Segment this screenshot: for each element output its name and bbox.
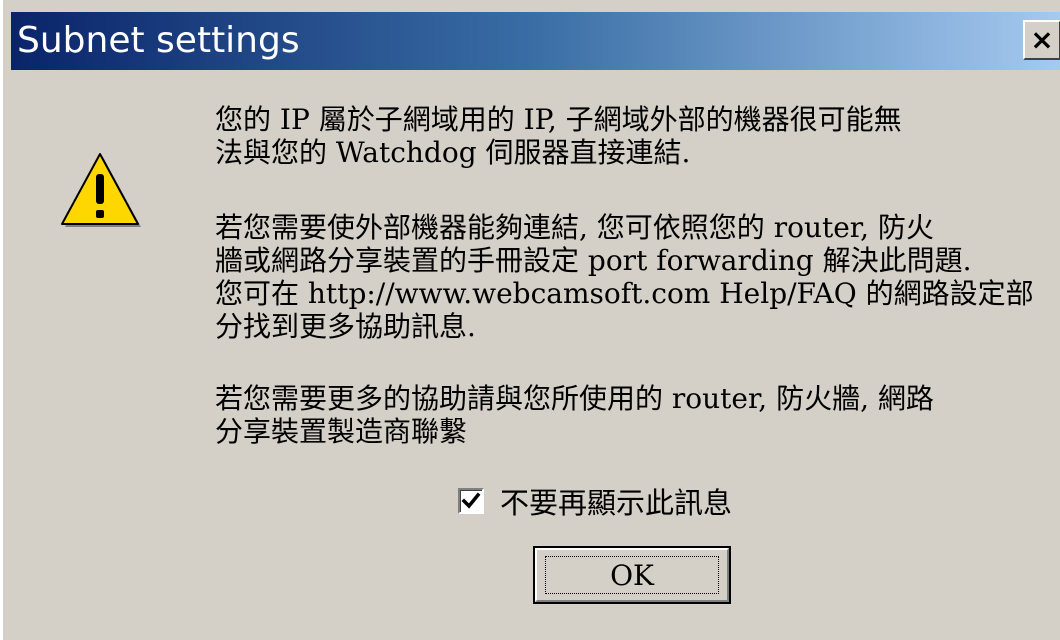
message-paragraph-2: 若您需要使外部機器能夠連結, 您可依照您的 router, 防火 牆或網路分享裝… — [215, 211, 1035, 343]
warning-icon — [61, 153, 141, 227]
message-line: 若您需要使外部機器能夠連結, 您可依照您的 router, 防火 — [215, 211, 934, 244]
message-paragraph-3: 若您需要更多的協助請與您所使用的 router, 防火牆, 網路 分享裝置製造商… — [215, 382, 1035, 448]
close-button[interactable]: × — [1023, 20, 1060, 60]
title-bar[interactable]: Subnet settings × — [11, 12, 1060, 70]
dialog-title: Subnet settings — [17, 20, 300, 61]
message-paragraph-1: 您的 IP 屬於子網域用的 IP, 子網域外部的機器很可能無 法與您的 Watc… — [215, 103, 1035, 169]
checkmark-icon — [461, 492, 481, 509]
message-line: 您可在 http://www.webcamsoft.com Help/FAQ 的… — [215, 277, 1034, 310]
message-line: 分享裝置製造商聯繫 — [215, 415, 468, 448]
dont-show-again-label[interactable]: 不要再顯示此訊息 — [500, 480, 732, 522]
message-line: 牆或網路分享裝置的手冊設定 port forwarding 解決此問題. — [215, 244, 972, 277]
close-icon: × — [1030, 23, 1054, 56]
subnet-settings-dialog: Subnet settings × 您的 IP 屬於子網域用的 IP, 子網域外… — [0, 0, 1060, 640]
dont-show-again-option[interactable]: 不要再顯示此訊息 — [458, 481, 732, 521]
dont-show-again-checkbox[interactable] — [458, 488, 484, 514]
message-line: 法與您的 Watchdog 伺服器直接連結. — [215, 136, 691, 169]
message-line: 您的 IP 屬於子網域用的 IP, 子網域外部的機器很可能無 — [215, 103, 902, 136]
ok-button-label: OK — [545, 556, 719, 594]
message-line: 若您需要更多的協助請與您所使用的 router, 防火牆, 網路 — [215, 382, 934, 415]
ok-button[interactable]: OK — [533, 546, 731, 604]
message-line: 分找到更多協助訊息. — [215, 310, 476, 343]
